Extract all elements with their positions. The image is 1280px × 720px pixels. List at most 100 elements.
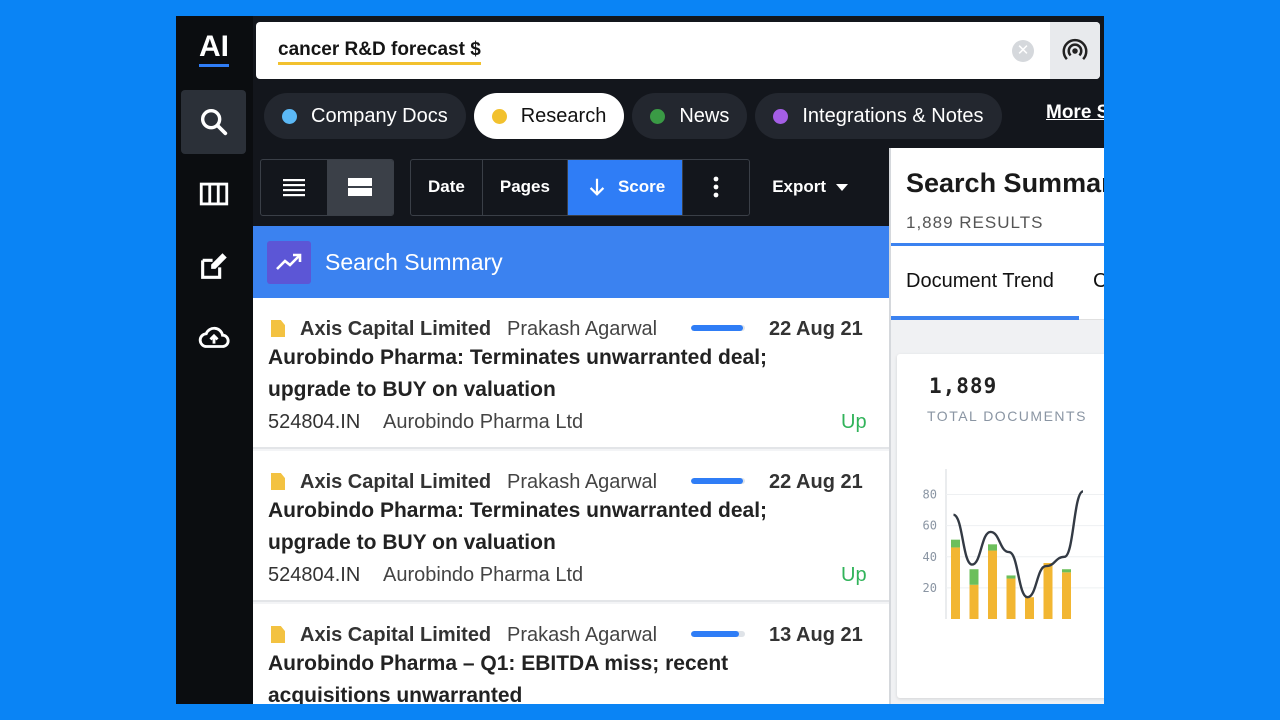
result-author: Prakash Agarwal [507, 471, 658, 493]
result-ticker[interactable]: 524804.IN [268, 564, 360, 587]
more-options-button[interactable] [683, 160, 749, 215]
dot-icon [773, 108, 789, 124]
bar-segment[interactable] [1006, 578, 1016, 619]
bar-segment[interactable] [951, 547, 960, 619]
search-icon [200, 108, 227, 136]
sort-controls: Date Pages Score [410, 158, 751, 216]
relevance-score-bar [691, 478, 745, 484]
app-window: AI cancer R&D forecast $ ✕ Company Docs … [176, 16, 1104, 704]
total-documents-label: TOTAL DOCUMENTS [927, 408, 1087, 424]
bar-segment[interactable] [951, 539, 960, 548]
result-author: Prakash Agarwal [507, 624, 658, 646]
app-logo-text: AI [199, 30, 229, 63]
y-tick-label: 20 [923, 581, 937, 595]
results-count: 1,889 RESULTS [906, 213, 1044, 232]
result-title[interactable]: Aurobindo Pharma – Q1: EBITDA miss; rece… [268, 648, 828, 704]
upload-nav-button[interactable] [181, 306, 246, 370]
filter-label: Company Docs [311, 104, 448, 127]
result-company[interactable]: Aurobindo Pharma Ltd [383, 411, 583, 434]
notes-nav-button[interactable] [181, 234, 246, 298]
filter-label: Research [520, 104, 607, 127]
y-tick-label: 80 [923, 488, 937, 502]
dot-icon [491, 108, 507, 124]
total-documents-value: 1,889 [929, 374, 998, 398]
export-label: Export [772, 177, 827, 196]
voice-search-button[interactable] [1050, 22, 1100, 79]
caret-down-icon [836, 183, 849, 191]
filter-label: Integrations & Notes [802, 104, 984, 127]
arrow-down-icon [589, 178, 605, 196]
result-source: Axis Capital Limited [300, 624, 492, 646]
more-sources-link[interactable]: More S [1046, 102, 1104, 124]
tab-document-trend[interactable]: Document Trend [906, 270, 1054, 293]
trending-up-icon [267, 240, 311, 284]
search-bar[interactable]: cancer R&D forecast $ ✕ [256, 22, 1100, 79]
filter-company-docs[interactable]: Company Docs [264, 93, 466, 139]
card-view-button[interactable] [327, 159, 393, 215]
search-summary-header[interactable]: Search Summary [253, 226, 889, 298]
filter-research[interactable]: Research [473, 93, 625, 139]
result-card[interactable]: Axis Capital Limited Prakash Agarwal 22 … [253, 451, 889, 602]
filter-integrations-notes[interactable]: Integrations & Notes [755, 93, 1002, 139]
sort-pages-button[interactable]: Pages [483, 159, 568, 215]
close-icon: ✕ [1016, 42, 1030, 59]
search-nav-button[interactable] [181, 90, 246, 154]
bar-segment[interactable] [1006, 575, 1016, 579]
bar-segment[interactable] [988, 544, 997, 551]
bar-segment[interactable] [969, 584, 979, 619]
bar-segment[interactable] [1025, 597, 1034, 619]
left-rail: AI [176, 16, 253, 704]
summary-panel-title: Search Summary [906, 168, 1104, 198]
dot-icon [282, 108, 297, 124]
kebab-icon [713, 176, 719, 198]
summary-tabs: Document Trend C [891, 243, 1104, 321]
dot-icon [650, 108, 666, 124]
columns-nav-button[interactable] [181, 162, 246, 226]
result-title[interactable]: Aurobindo Pharma: Terminates unwarranted… [268, 342, 828, 406]
document-icon [271, 626, 285, 643]
columns-icon [199, 182, 228, 206]
result-company[interactable]: Aurobindo Pharma Ltd [383, 564, 583, 587]
bar-segment[interactable] [969, 569, 979, 585]
document-trend-card: 1,889 TOTAL DOCUMENTS 80 60 40 20 [897, 354, 1104, 698]
bar-segment[interactable] [988, 550, 997, 619]
sort-score-button[interactable]: Score [567, 159, 684, 215]
source-filters: Company Docs Research News Integrations … [264, 92, 1002, 140]
list-view-button[interactable] [261, 160, 327, 215]
result-date: 22 Aug 21 [769, 318, 863, 340]
result-title[interactable]: Aurobindo Pharma: Terminates unwarranted… [268, 495, 828, 559]
result-author: Prakash Agarwal [507, 318, 658, 340]
list-icon [283, 179, 305, 197]
result-ticker[interactable]: 524804.IN [268, 411, 360, 434]
cards-icon [348, 178, 372, 196]
sort-score-label: Score [617, 177, 666, 196]
result-date: 13 Aug 21 [769, 624, 863, 646]
y-tick-label: 60 [923, 519, 937, 533]
relevance-score-bar [691, 325, 745, 331]
search-input[interactable]: cancer R&D forecast $ [278, 39, 481, 65]
search-summary-title: Search Summary [325, 248, 503, 275]
tab-next[interactable]: C [1093, 270, 1104, 293]
bar-segment[interactable] [1062, 569, 1071, 573]
document-icon [271, 473, 285, 490]
y-tick-label: 40 [923, 550, 937, 564]
clear-search-button[interactable]: ✕ [1012, 40, 1034, 62]
result-card[interactable]: Axis Capital Limited Prakash Agarwal 22 … [253, 298, 889, 449]
summary-panel-header: Search Summary 1,889 RESULTS [891, 148, 1104, 243]
summary-panel: Search Summary 1,889 RESULTS Document Tr… [889, 148, 1104, 704]
results-list: Axis Capital Limited Prakash Agarwal 22 … [253, 298, 889, 704]
result-source: Axis Capital Limited [300, 318, 492, 340]
filter-news[interactable]: News [632, 93, 748, 139]
bar-segment[interactable] [1043, 563, 1053, 619]
app-logo[interactable]: AI [196, 32, 232, 68]
result-source: Axis Capital Limited [300, 471, 492, 493]
bar-segment[interactable] [1062, 572, 1071, 619]
sort-date-button[interactable]: Date [411, 159, 483, 215]
result-trend: Up [841, 411, 867, 433]
result-trend: Up [841, 564, 867, 586]
edit-icon [200, 253, 227, 279]
view-toggle [260, 158, 394, 216]
export-button[interactable]: Export [772, 177, 849, 197]
result-card[interactable]: Axis Capital Limited Prakash Agarwal 13 … [253, 604, 889, 704]
results-toolbar: Date Pages Score Export [260, 158, 849, 216]
